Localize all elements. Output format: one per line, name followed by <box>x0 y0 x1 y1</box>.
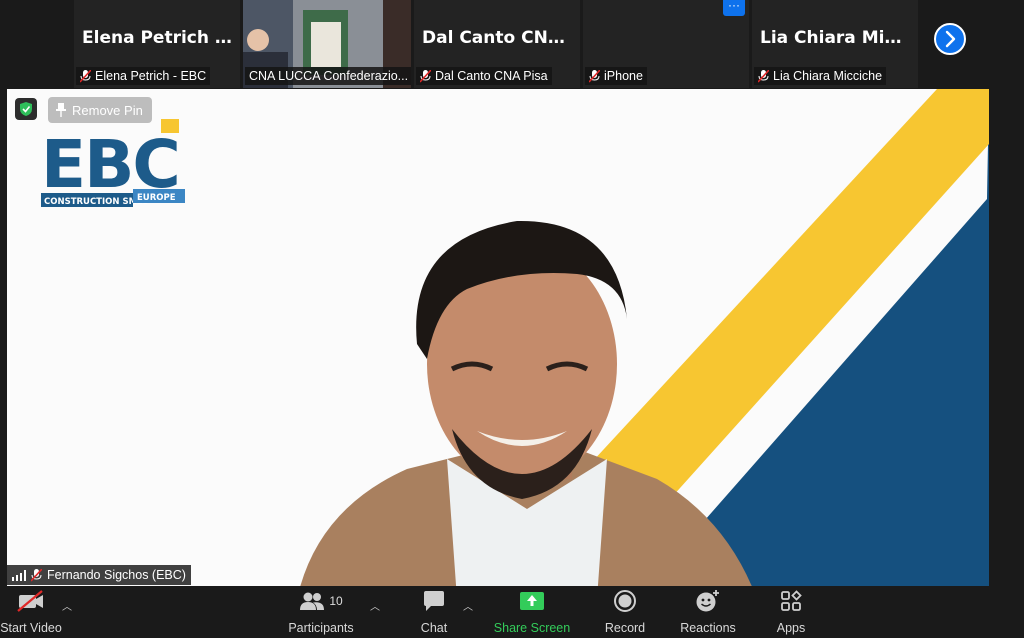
participants-button[interactable]: 10 Participants <box>283 586 359 638</box>
participant-label-text: Dal Canto CNA Pisa <box>435 69 548 83</box>
chat-label: Chat <box>420 621 448 635</box>
reactions-button[interactable]: Reactions <box>676 586 740 638</box>
participants-options-caret-icon[interactable]: ︿ <box>370 598 380 613</box>
share-screen-label: Share Screen <box>493 621 571 635</box>
mic-muted-icon <box>80 69 91 83</box>
signal-strength-icon <box>12 569 26 581</box>
apps-label: Apps <box>776 621 806 635</box>
apps-icon <box>781 590 802 611</box>
next-page-button[interactable] <box>934 23 966 55</box>
record-label: Record <box>604 621 646 635</box>
encryption-shield-icon[interactable] <box>15 98 37 120</box>
ebc-logo: EBC CONSTRUCTION SMEs EUROPE <box>41 119 191 229</box>
video-options-caret-icon[interactable]: ︿ <box>62 598 72 613</box>
participants-count: 10 <box>329 594 343 608</box>
svg-text:EUROPE: EUROPE <box>137 193 176 203</box>
participant-name-large: Elena Petrich -... <box>82 28 240 48</box>
start-video-label: Start Video <box>0 621 62 635</box>
participant-label: iPhone <box>585 67 647 85</box>
chat-button[interactable]: Chat <box>412 586 456 638</box>
participant-tile-cna-lucca[interactable]: CNA LUCCA Confederazio... <box>243 0 411 88</box>
more-options-button[interactable]: ··· <box>723 0 745 16</box>
participant-tile-elena[interactable]: Elena Petrich -... Elena Petrich - EBC <box>74 0 240 88</box>
video-off-icon <box>17 590 43 612</box>
svg-text:CONSTRUCTION SMEs: CONSTRUCTION SMEs <box>44 197 148 207</box>
participants-icon <box>300 592 325 610</box>
record-icon <box>614 590 636 612</box>
speaker-name-text: Fernando Sigchos (EBC) <box>47 568 186 582</box>
share-screen-icon <box>520 592 544 610</box>
participant-name-large: Lia Chiara Micci... <box>760 28 918 48</box>
mic-muted-icon <box>589 69 600 83</box>
mic-muted-icon <box>420 69 431 83</box>
participant-label: Dal Canto CNA Pisa <box>416 67 552 85</box>
reactions-icon <box>696 590 719 612</box>
mic-muted-icon <box>31 568 42 582</box>
participant-strip: Elena Petrich -... Elena Petrich - EBC C… <box>0 0 1024 88</box>
participants-label: Participants <box>288 621 354 635</box>
reactions-label: Reactions <box>680 621 736 635</box>
chevron-right-icon <box>945 30 956 48</box>
participant-label: Lia Chiara Micciche <box>754 67 887 85</box>
record-button[interactable]: Record <box>601 586 649 638</box>
mic-muted-icon <box>758 69 769 83</box>
participant-tile-lia[interactable]: Lia Chiara Micci... Lia Chiara Micciche <box>752 0 918 88</box>
active-speaker-video: Remove Pin EBC CONSTRUCTION SMEs EUROPE <box>7 89 989 586</box>
remove-pin-label: Remove Pin <box>72 102 143 118</box>
start-video-button[interactable]: Start Video <box>0 586 66 638</box>
participant-label-text: CNA LUCCA Confederazio... <box>249 69 409 83</box>
pin-icon <box>56 103 66 117</box>
participant-tile-iphone[interactable]: ··· iPhone <box>583 0 749 88</box>
chat-icon <box>424 591 444 611</box>
participant-label-text: iPhone <box>604 69 643 83</box>
participant-label: CNA LUCCA Confederazio... <box>245 67 411 85</box>
participant-tile-dal-canto[interactable]: Dal Canto CNA... Dal Canto CNA Pisa <box>414 0 580 88</box>
speaker-person-image <box>300 220 752 586</box>
share-screen-button[interactable]: Share Screen <box>492 586 572 638</box>
apps-button[interactable]: Apps <box>770 586 812 638</box>
participant-label-text: Lia Chiara Micciche <box>773 69 883 83</box>
participant-name-large: Dal Canto CNA... <box>422 28 580 48</box>
chat-options-caret-icon[interactable]: ︿ <box>463 598 473 613</box>
speaker-name-label: Fernando Sigchos (EBC) <box>7 565 191 585</box>
meeting-toolbar: Start Video ︿ 10 Participants ︿ Chat ︿ S… <box>0 586 1024 638</box>
participant-label: Elena Petrich - EBC <box>76 67 211 85</box>
participant-label-text: Elena Petrich - EBC <box>95 69 207 83</box>
